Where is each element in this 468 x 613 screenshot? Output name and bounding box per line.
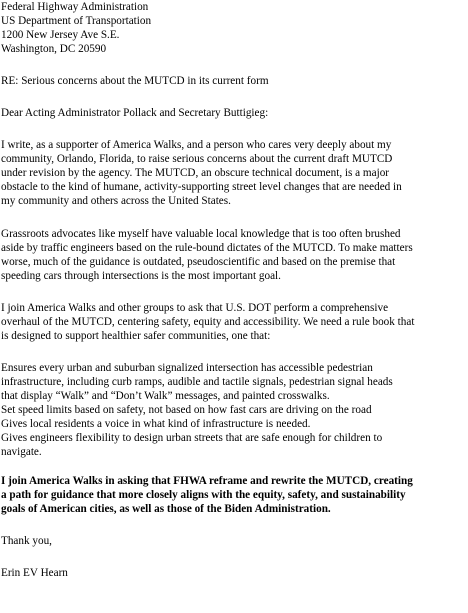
paragraph-line: I write, as a supporter of America Walks… [1, 139, 392, 151]
re-line: RE: Serious concerns about the MUTCD in … [1, 75, 269, 87]
request-line: Gives local residents a voice in what ki… [1, 418, 311, 430]
closing-bold-line: goals of American cities, as well as tho… [1, 503, 331, 515]
closing-bold-line: a path for guidance that more closely al… [1, 489, 406, 501]
request-line: navigate. [1, 446, 42, 458]
paragraph-line: Grassroots advocates like myself have va… [1, 228, 401, 240]
salutation: Dear Acting Administrator Pollack and Se… [1, 107, 269, 119]
closing-bold-line: I join America Walks in asking that FHWA… [1, 475, 413, 487]
request-line: Ensures every urban and suburban signali… [1, 362, 373, 374]
paragraph-line: aside by traffic engineers based on the … [1, 242, 413, 254]
paragraph-line: community, Orlando, Florida, to raise se… [1, 153, 393, 165]
paragraph-line: obstacle to the kind of humane, activity… [1, 181, 402, 193]
address-line: US Department of Transportation [1, 15, 152, 27]
signature: Erin EV Hearn [1, 567, 68, 579]
request-line: that display “Walk” and “Don’t Walk” mes… [1, 390, 330, 402]
request-line: Gives engineers flexibility to design ur… [1, 432, 383, 444]
paragraph-line: overhaul of the MUTCD, centering safety,… [1, 316, 415, 328]
paragraph-line: my community and others across the Unite… [1, 195, 231, 207]
paragraph-line: under revision by the agency. The MUTCD,… [1, 167, 390, 179]
address-line: Washington, DC 20590 [1, 43, 107, 55]
paragraph-line: I join America Walks and other groups to… [1, 302, 389, 314]
letter-page: Federal Highway Administration US Depart… [0, 0, 468, 613]
address-line: 1200 New Jersey Ave S.E. [1, 29, 120, 41]
address-line: Federal Highway Administration [1, 1, 149, 13]
request-line: Set speed limits based on safety, not ba… [1, 404, 372, 416]
signoff: Thank you, [1, 535, 52, 547]
paragraph-line: worse, much of the guidance is outdated,… [1, 256, 396, 268]
paragraph-line: is designed to support healthier safer c… [1, 330, 271, 342]
paragraph-line: speeding cars through intersections is t… [1, 270, 281, 282]
request-line: infrastructure, including curb ramps, au… [1, 376, 393, 388]
